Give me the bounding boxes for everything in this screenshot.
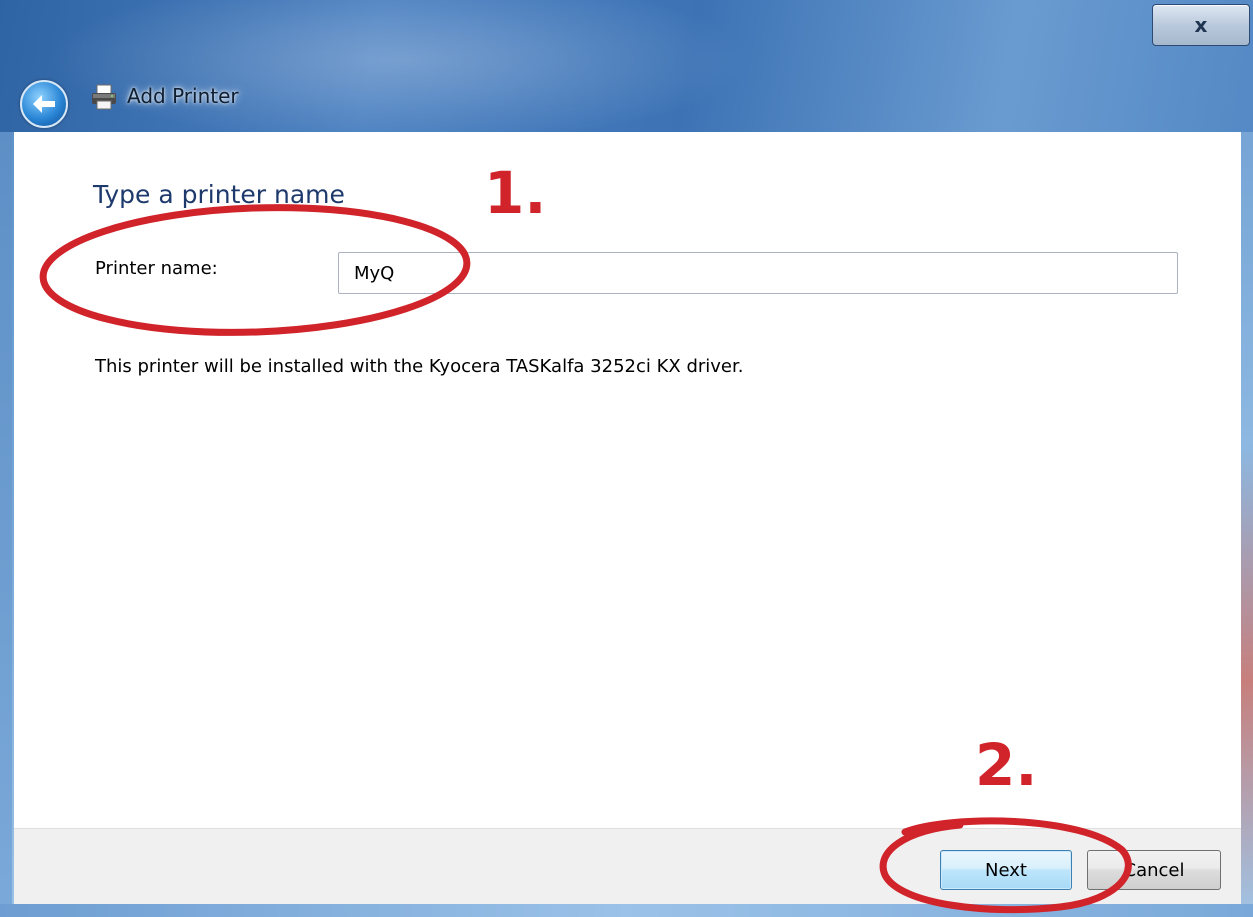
- driver-message: This printer will be installed with the …: [95, 356, 744, 377]
- next-button[interactable]: Next: [940, 850, 1072, 890]
- window-title: Add Printer: [127, 84, 239, 108]
- back-button[interactable]: [20, 80, 68, 128]
- window-frame-bottom: [0, 904, 1253, 917]
- printer-name-label: Printer name:: [95, 258, 218, 279]
- annotation-step-2: 2.: [975, 731, 1038, 799]
- wizard-content: [14, 132, 1241, 828]
- close-icon: x: [1194, 13, 1208, 37]
- window-title-bar: [0, 0, 1253, 132]
- window-frame-right: [1241, 132, 1253, 917]
- annotation-step-1: 1.: [484, 159, 547, 227]
- window-frame-left: [0, 132, 12, 917]
- cancel-button[interactable]: Cancel: [1087, 850, 1221, 890]
- close-button[interactable]: x: [1152, 4, 1250, 46]
- printer-icon: [92, 84, 116, 110]
- page-heading: Type a printer name: [93, 180, 345, 209]
- arrow-left-icon: [33, 95, 55, 113]
- printer-name-input[interactable]: [338, 252, 1178, 294]
